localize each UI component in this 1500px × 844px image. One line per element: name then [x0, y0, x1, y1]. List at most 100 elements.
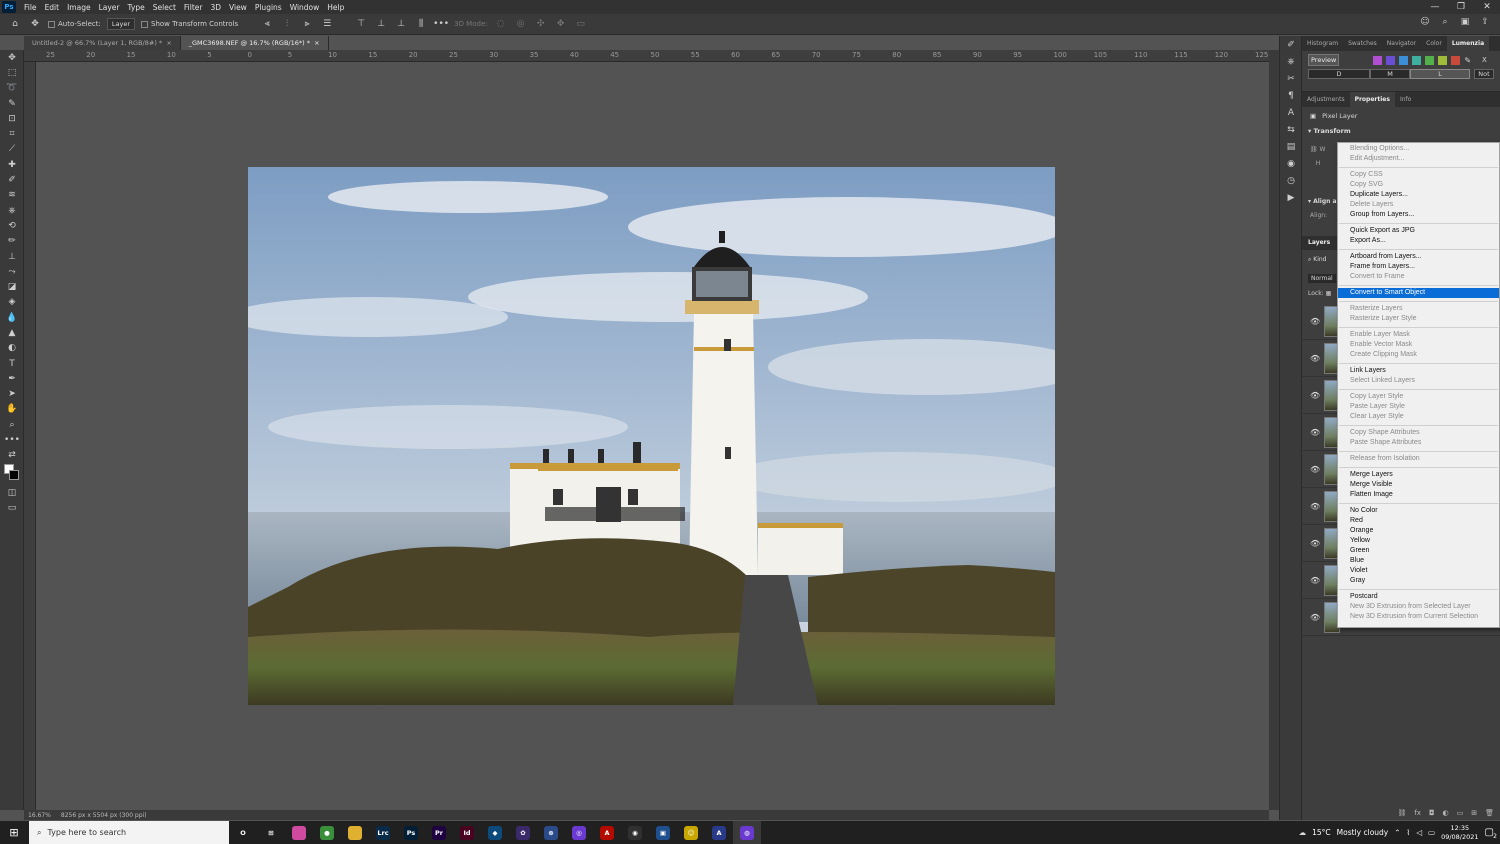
- color-swatches[interactable]: [0, 463, 24, 485]
- sharpen-tool-icon[interactable]: ▲: [0, 325, 24, 340]
- auto-select-checkbox[interactable]: Auto-Select:: [48, 20, 101, 28]
- 3d-slide-icon[interactable]: ✥: [554, 18, 568, 30]
- menu-item-frame-from-layers[interactable]: Frame from Layers...: [1338, 262, 1499, 272]
- menu-item-group-from-layers[interactable]: Group from Layers...: [1338, 210, 1499, 220]
- taskbar-app-app-cube[interactable]: ◆: [481, 821, 509, 844]
- home-icon[interactable]: ⌂: [8, 18, 22, 30]
- zone-darks[interactable]: D: [1308, 69, 1370, 79]
- menu-edit[interactable]: Edit: [41, 3, 64, 12]
- type-tool-icon[interactable]: T: [0, 356, 24, 371]
- user-icon[interactable]: ☺: [1418, 16, 1432, 28]
- clone-source-icon[interactable]: ⎈: [1280, 53, 1302, 70]
- weather-temp[interactable]: 15°C: [1312, 828, 1331, 837]
- taskbar-app-premiere[interactable]: Pr: [425, 821, 453, 844]
- taskbar-app-explorer[interactable]: [341, 821, 369, 844]
- not-button[interactable]: Not: [1474, 69, 1494, 79]
- brush-settings-icon[interactable]: ≋: [0, 188, 24, 203]
- fx-icon[interactable]: fx: [1414, 809, 1421, 817]
- taskbar-search[interactable]: ⌕ Type here to search: [29, 821, 229, 844]
- taskbar-app-app-a[interactable]: A: [705, 821, 733, 844]
- menu-item-export-as[interactable]: Export As...: [1338, 236, 1499, 246]
- volume-icon[interactable]: ◁: [1416, 828, 1422, 837]
- align-section[interactable]: ▾ Align a: [1308, 198, 1337, 205]
- tab-navigator[interactable]: Navigator: [1382, 36, 1421, 51]
- menu-view[interactable]: View: [225, 3, 251, 12]
- swatch[interactable]: [1373, 55, 1383, 65]
- tools-panel-icon[interactable]: ✂: [1280, 70, 1302, 87]
- align-middle-icon[interactable]: ⊥: [374, 18, 388, 30]
- path-select-tool-icon[interactable]: ➤: [0, 387, 24, 402]
- swatch[interactable]: [1399, 55, 1409, 65]
- taskbar-app-app-frame[interactable]: ▣: [649, 821, 677, 844]
- move-tool-icon[interactable]: ✥: [28, 18, 42, 30]
- hand-tool-icon[interactable]: ✋: [0, 402, 24, 417]
- taskbar-app-widgets[interactable]: ⊞: [257, 821, 285, 844]
- taskbar-app-app-yellow[interactable]: ☺: [677, 821, 705, 844]
- new-layer-icon[interactable]: ⊞: [1471, 809, 1477, 817]
- vertical-scrollbar[interactable]: [1269, 50, 1279, 810]
- healing-tool-icon[interactable]: ✚: [0, 157, 24, 172]
- character-icon[interactable]: A: [1280, 104, 1302, 121]
- menu-plugins[interactable]: Plugins: [251, 3, 286, 12]
- zone-mids[interactable]: M: [1370, 69, 1410, 79]
- stamp-tool-icon[interactable]: ⊥: [0, 249, 24, 264]
- tab-histogram[interactable]: Histogram: [1302, 36, 1343, 51]
- lasso-tool-icon[interactable]: ➰: [0, 81, 24, 96]
- plugin-icon[interactable]: ▤: [1280, 138, 1302, 155]
- brush-tool-icon[interactable]: ✐: [0, 172, 24, 187]
- trash-icon[interactable]: 🗑: [1485, 809, 1494, 817]
- brush-panel-icon[interactable]: ✐: [1280, 36, 1302, 53]
- new-group-icon[interactable]: ▭: [1457, 809, 1464, 817]
- tab-properties[interactable]: Properties: [1349, 92, 1395, 107]
- tab-color[interactable]: Color: [1421, 36, 1447, 51]
- eraser-tool-icon[interactable]: ◪: [0, 279, 24, 294]
- add-mask-icon[interactable]: ◘: [1429, 809, 1435, 817]
- move-tool-icon[interactable]: ✥: [0, 50, 24, 65]
- zoom-tool-icon[interactable]: ⌕: [0, 417, 24, 432]
- taskbar-app-app-globe[interactable]: ⊛: [537, 821, 565, 844]
- menu-item-convert-to-smart-object[interactable]: Convert to Smart Object: [1338, 288, 1499, 298]
- lighthouse-photo[interactable]: [248, 167, 1055, 705]
- taskbar-app-lightroom-classic[interactable]: Lrc: [369, 821, 397, 844]
- menu-item-duplicate-layers[interactable]: Duplicate Layers...: [1338, 190, 1499, 200]
- auto-select-dropdown[interactable]: Layer: [106, 18, 135, 30]
- zone-lights[interactable]: L: [1410, 69, 1470, 79]
- distribute-vertical-icon[interactable]: ⫼: [414, 18, 428, 30]
- tab-gmc3698[interactable]: _GMC3698.NEF @ 16.7% (RGB/16*) * ×: [180, 36, 329, 50]
- 3d-orbit-icon[interactable]: ◌: [494, 18, 508, 30]
- pen-tool-icon[interactable]: ✒: [0, 371, 24, 386]
- clock[interactable]: 12:35 09/08/2021: [1441, 824, 1478, 842]
- clone-tool-icon[interactable]: ⎈: [0, 203, 24, 218]
- taskbar-app-photoshop[interactable]: Ps: [397, 821, 425, 844]
- more-options-icon[interactable]: •••: [433, 18, 449, 30]
- preview-button[interactable]: Preview: [1308, 54, 1340, 66]
- 3d-roll-icon[interactable]: ◎: [514, 18, 528, 30]
- taskbar-app-app-swirl[interactable]: ✿: [509, 821, 537, 844]
- taskbar-app-app-active[interactable]: ◍: [733, 821, 761, 844]
- taskbar-app-obs[interactable]: ◉: [621, 821, 649, 844]
- mixer-brush-icon[interactable]: ⤳: [0, 264, 24, 279]
- swatch[interactable]: [1386, 55, 1396, 65]
- menu-item-red[interactable]: Red: [1338, 516, 1499, 526]
- zoom-level[interactable]: 16.67%: [28, 812, 51, 819]
- menu-item-flatten-image[interactable]: Flatten Image: [1338, 490, 1499, 500]
- menu-item-quick-export-as-jpg[interactable]: Quick Export as JPG: [1338, 226, 1499, 236]
- weather-text[interactable]: Mostly cloudy: [1337, 828, 1389, 837]
- menu-image[interactable]: Image: [63, 3, 95, 12]
- visibility-eye-icon[interactable]: 👁: [1310, 391, 1320, 400]
- menu-item-artboard-from-layers[interactable]: Artboard from Layers...: [1338, 252, 1499, 262]
- tab-lumenzia[interactable]: Lumenzia: [1446, 36, 1490, 51]
- chevron-up-icon[interactable]: ⌃: [1394, 828, 1400, 837]
- object-select-tool-icon[interactable]: ⊡: [0, 111, 24, 126]
- tab-untitled-2[interactable]: Untitled-2 @ 66.7% (Layer 1, RGB/8#) * ×: [24, 36, 181, 50]
- link-layers-icon[interactable]: ⛓: [1397, 809, 1406, 817]
- taskbar-app-indesign[interactable]: Id: [453, 821, 481, 844]
- visibility-eye-icon[interactable]: 👁: [1310, 354, 1320, 363]
- visibility-eye-icon[interactable]: 👁: [1310, 613, 1320, 622]
- gradient-tool-icon[interactable]: ◈: [0, 295, 24, 310]
- menu-select[interactable]: Select: [149, 3, 180, 12]
- align-bottom-icon[interactable]: ⊥: [394, 18, 408, 30]
- menu-type[interactable]: Type: [124, 3, 149, 12]
- kind-filter[interactable]: ⌕ Kind: [1308, 256, 1327, 264]
- history-brush-icon[interactable]: ⟲: [0, 218, 24, 233]
